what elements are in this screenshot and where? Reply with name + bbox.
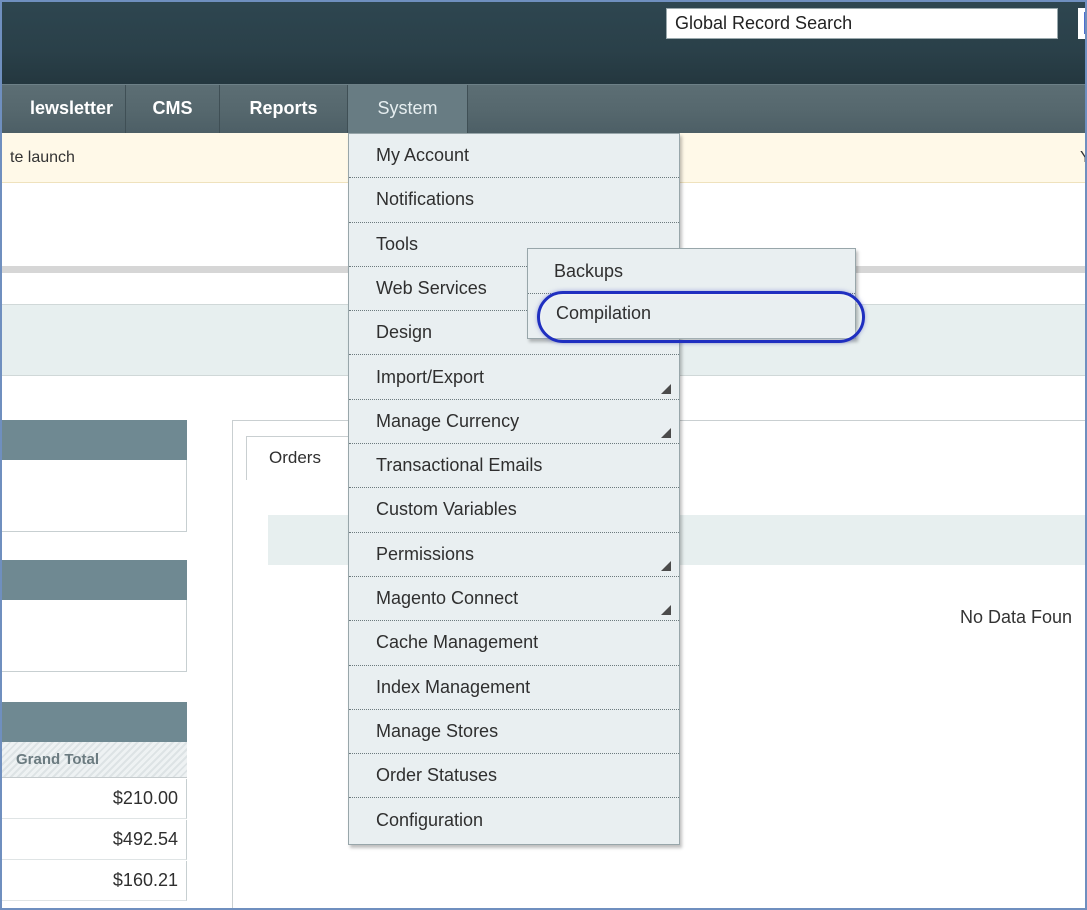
tab-orders-label: Orders bbox=[269, 448, 321, 467]
menu-item-transactional-emails[interactable]: Transactional Emails bbox=[349, 444, 679, 489]
menu-item-manage-currency[interactable]: Manage Currency bbox=[349, 400, 679, 445]
main-nav: lewsletter CMS Reports System bbox=[2, 84, 1085, 133]
submenu-item-compilation[interactable]: Compilation bbox=[528, 294, 855, 339]
menu-item-notifications[interactable]: Notifications bbox=[349, 178, 679, 223]
menu-item-custom-variables[interactable]: Custom Variables bbox=[349, 488, 679, 533]
menu-item-label: Manage Stores bbox=[376, 720, 499, 741]
menu-item-label: Tools bbox=[376, 233, 419, 254]
nav-item-reports[interactable]: Reports bbox=[220, 85, 348, 133]
menu-item-label: Index Management bbox=[376, 676, 531, 697]
menu-item-label: Import/Export bbox=[376, 366, 485, 387]
tab-orders[interactable]: Orders bbox=[246, 436, 356, 480]
sidebar-box-header bbox=[2, 420, 187, 460]
menu-item-cache-management[interactable]: Cache Management bbox=[349, 621, 679, 666]
menu-item-label: Design bbox=[376, 322, 433, 343]
admin-window: lewsletter CMS Reports System te launch … bbox=[0, 0, 1087, 910]
menu-item-configuration[interactable]: Configuration bbox=[349, 799, 679, 843]
table-row: $210.00 bbox=[2, 779, 187, 819]
menu-item-label: Manage Currency bbox=[376, 410, 520, 431]
submenu-item-label: Compilation bbox=[556, 303, 652, 323]
submenu-arrow-icon bbox=[661, 383, 671, 394]
menu-item-order-statuses[interactable]: Order Statuses bbox=[349, 754, 679, 799]
submenu-arrow-icon bbox=[661, 605, 671, 616]
nav-item-newsletter[interactable]: lewsletter bbox=[2, 85, 126, 133]
menu-item-label: Order Statuses bbox=[376, 765, 498, 786]
menu-item-manage-stores[interactable]: Manage Stores bbox=[349, 710, 679, 755]
menu-item-label: Permissions bbox=[376, 543, 475, 564]
menu-item-import-export[interactable]: Import/Export bbox=[349, 356, 679, 400]
menu-item-label: Configuration bbox=[376, 809, 484, 830]
grand-total-header-label: Grand Total bbox=[16, 751, 100, 768]
menu-item-my-account[interactable]: My Account bbox=[349, 134, 679, 179]
tools-submenu: Backups Compilation bbox=[527, 248, 856, 339]
notice-text-right: Y bbox=[1080, 149, 1085, 167]
menu-item-label: Cache Management bbox=[376, 632, 539, 653]
menu-item-permissions[interactable]: Permissions bbox=[349, 533, 679, 577]
menu-item-magento-connect[interactable]: Magento Connect bbox=[349, 577, 679, 622]
menu-item-label: Magento Connect bbox=[376, 588, 519, 608]
nav-item-cms[interactable]: CMS bbox=[126, 85, 220, 133]
grand-total-value: $210.00 bbox=[112, 788, 178, 808]
submenu-item-label: Backups bbox=[554, 261, 624, 281]
menu-item-label: Custom Variables bbox=[376, 499, 517, 520]
menu-item-label: Notifications bbox=[376, 189, 475, 210]
sidebar-box-body bbox=[2, 600, 187, 672]
submenu-arrow-icon bbox=[661, 560, 671, 571]
menu-item-label: Transactional Emails bbox=[376, 455, 543, 476]
sidebar-box-header bbox=[2, 702, 187, 742]
nav-item-system[interactable]: System bbox=[348, 85, 468, 133]
global-record-search-input[interactable] bbox=[666, 8, 1058, 39]
admin-header bbox=[2, 2, 1085, 84]
menu-item-label: My Account bbox=[376, 145, 470, 165]
table-row: $160.21 bbox=[2, 861, 187, 901]
menu-item-index-management[interactable]: Index Management bbox=[349, 666, 679, 710]
system-dropdown-menu: My Account Notifications Tools Web Servi… bbox=[348, 133, 680, 845]
sidebar-box-body bbox=[2, 460, 187, 532]
grand-total-value: $492.54 bbox=[112, 829, 178, 849]
submenu-arrow-icon bbox=[661, 428, 671, 439]
menu-item-label: Web Services bbox=[376, 277, 487, 298]
no-data-message: No Data Foun bbox=[960, 607, 1073, 627]
sidebar-box-header bbox=[2, 560, 187, 600]
table-row: $492.54 bbox=[2, 820, 187, 860]
submenu-item-backups[interactable]: Backups bbox=[528, 249, 855, 294]
grand-total-value: $160.21 bbox=[112, 870, 178, 890]
grand-total-column-header[interactable]: Grand Total bbox=[2, 742, 187, 778]
header-edge bbox=[1078, 8, 1085, 39]
notice-text: te launch bbox=[10, 149, 75, 166]
